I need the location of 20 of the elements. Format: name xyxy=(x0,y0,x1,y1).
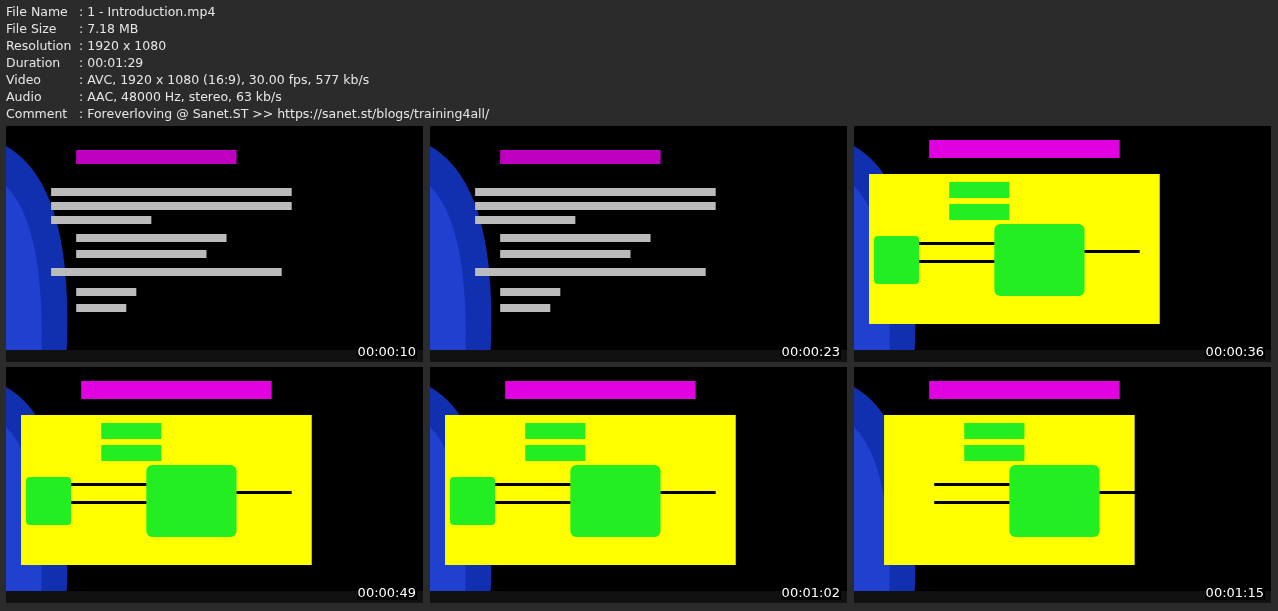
info-value: : 7.18 MB xyxy=(79,21,139,36)
info-label: Audio xyxy=(6,89,43,104)
info-label: Comment xyxy=(6,106,69,121)
timestamp: 00:00:10 xyxy=(356,344,417,359)
info-label: Resolution xyxy=(6,38,73,53)
timestamp: 00:01:02 xyxy=(780,585,841,600)
timestamp: 00:01:15 xyxy=(1204,585,1265,600)
info-label: Video xyxy=(6,72,43,87)
info-value: : Foreverloving @ Sanet.ST >> https://sanet.st/blogs/training4all/ xyxy=(79,106,490,121)
info-value: : AAC, 48000 Hz, stereo, 63 kb/s xyxy=(79,89,282,104)
timestamp: 00:00:36 xyxy=(1204,344,1265,359)
timestamp: 00:00:23 xyxy=(780,344,841,359)
info-label: File Size xyxy=(6,21,58,36)
info-value: : 1 - Introduction.mp4 xyxy=(79,4,216,19)
info-label: Duration xyxy=(6,55,62,70)
info-value: : AVC, 1920 x 1080 (16:9), 30.00 fps, 577 kb/s xyxy=(79,72,370,87)
info-value: : 00:01:29 xyxy=(79,55,144,70)
timestamp: 00:00:49 xyxy=(356,585,417,600)
info-value: : 1920 x 1080 xyxy=(79,38,167,53)
info-label: File Name xyxy=(6,4,69,19)
